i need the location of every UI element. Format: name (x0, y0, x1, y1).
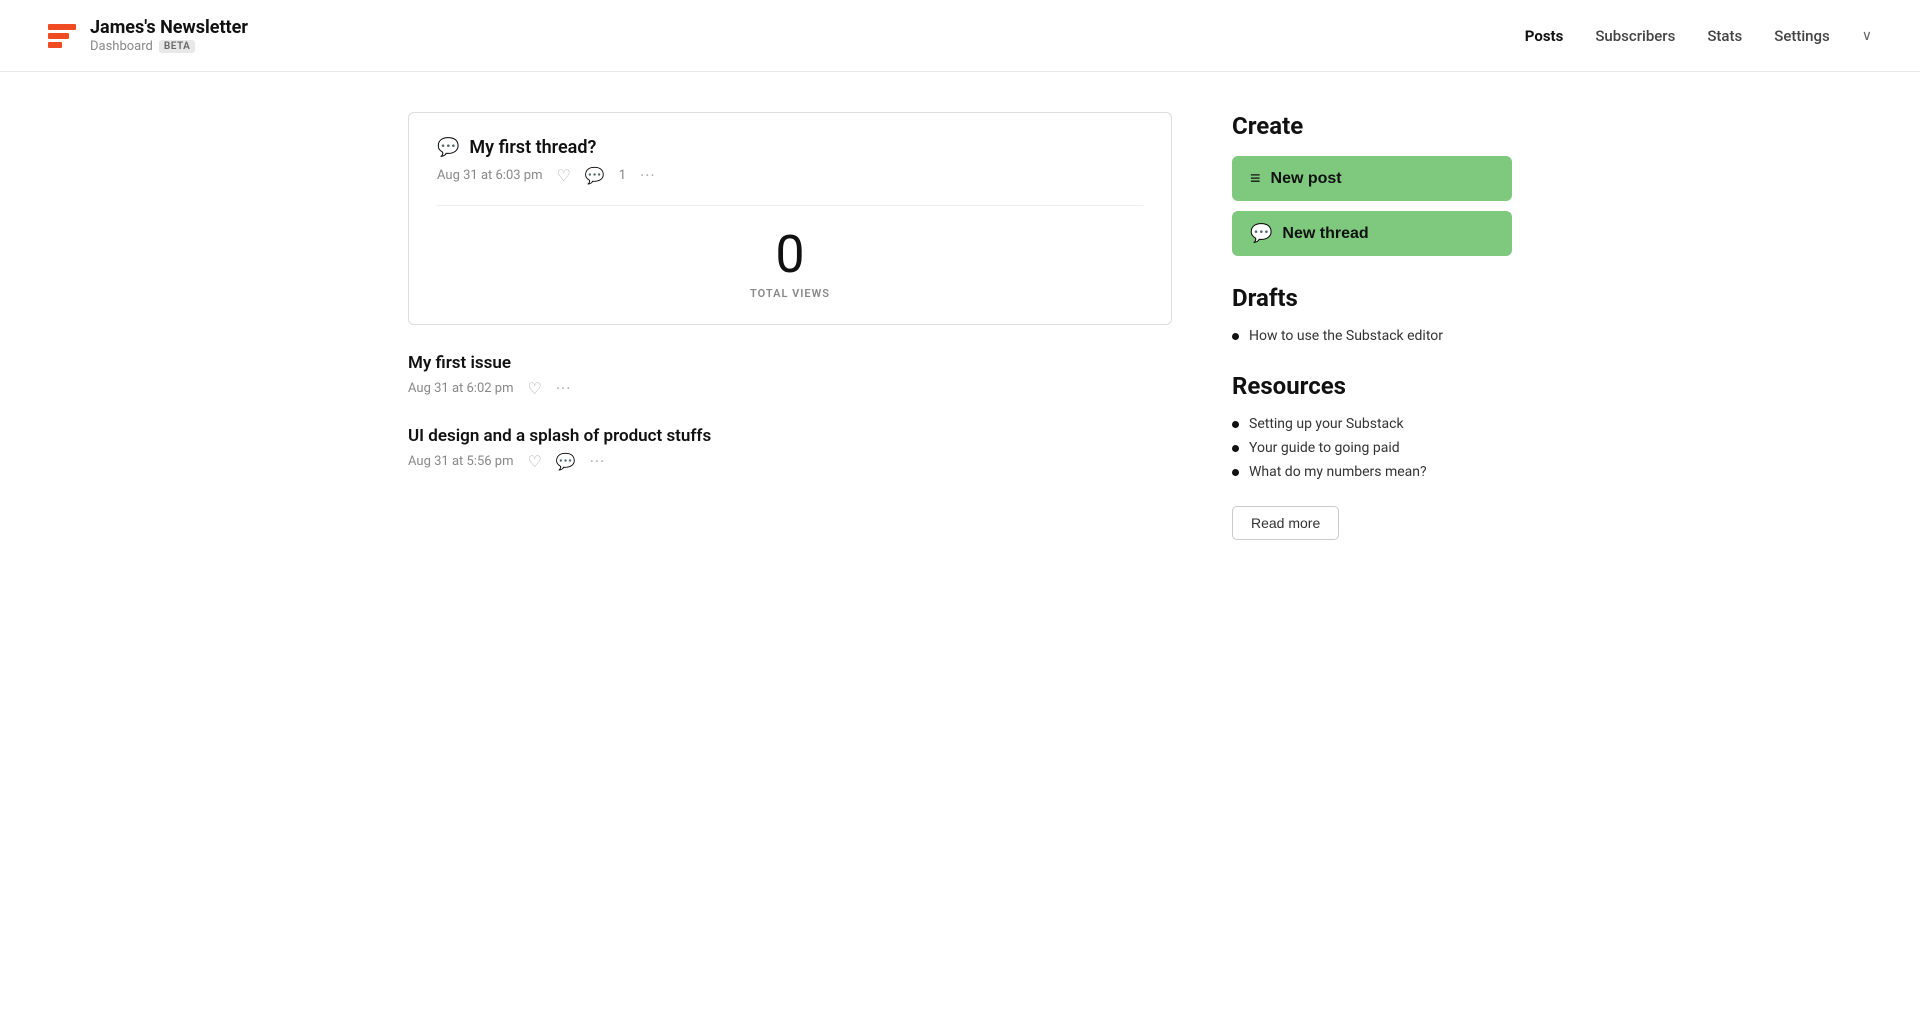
more-options-icon-3[interactable]: ··· (590, 452, 606, 471)
logo-bar-3 (48, 42, 62, 48)
comment-icon-2[interactable]: 💬 (556, 452, 576, 471)
post-title-1[interactable]: My first issue (408, 353, 1172, 373)
post-title-2[interactable]: UI design and a splash of product stuffs (408, 426, 1172, 446)
new-thread-label: New thread (1282, 225, 1368, 243)
brand-sub: Dashboard BETA (90, 39, 248, 54)
more-options-icon-2[interactable]: ··· (556, 379, 572, 398)
drafts-heading: Drafts (1232, 284, 1512, 312)
read-more-button[interactable]: Read more (1232, 506, 1339, 540)
new-thread-button[interactable]: 💬 New thread (1232, 211, 1512, 256)
nav-stats[interactable]: Stats (1707, 27, 1742, 45)
comment-icon[interactable]: 💬 (585, 166, 605, 185)
bullet-icon (1232, 445, 1239, 452)
post-meta-1: Aug 31 at 6:02 pm ♡ ··· (408, 379, 1172, 398)
resources-list: Setting up your Substack Your guide to g… (1232, 416, 1512, 480)
resource-item-3: What do my numbers mean? (1249, 464, 1427, 480)
resources-section: Resources Setting up your Substack Your … (1232, 372, 1512, 540)
sidebar: Create ≡ New post 💬 New thread Drafts Ho… (1232, 112, 1512, 540)
bullet-icon (1232, 421, 1239, 428)
post-item-2: UI design and a splash of product stuffs… (408, 426, 1172, 471)
brand-area: James's Newsletter Dashboard BETA (48, 17, 248, 54)
list-item[interactable]: How to use the Substack editor (1232, 328, 1512, 344)
heart-icon-2[interactable]: ♡ (527, 379, 541, 398)
main-nav: Posts Subscribers Stats Settings ∨ (1525, 27, 1872, 45)
more-options-icon[interactable]: ··· (640, 166, 656, 185)
thread-title-row: 💬 My first thread? (437, 137, 1143, 158)
resources-heading: Resources (1232, 372, 1512, 400)
post-date-2: Aug 31 at 5:56 pm (408, 454, 513, 469)
logo-icon (48, 24, 76, 48)
thread-date: Aug 31 at 6:03 pm (437, 168, 542, 183)
content-column: 💬 My first thread? Aug 31 at 6:03 pm ♡ 💬… (408, 112, 1172, 540)
logo-bar-2 (48, 33, 69, 39)
new-post-label: New post (1271, 170, 1342, 188)
logo-bar-1 (48, 24, 76, 30)
list-item[interactable]: Setting up your Substack (1232, 416, 1512, 432)
beta-badge: BETA (159, 40, 195, 53)
list-item[interactable]: What do my numbers mean? (1232, 464, 1512, 480)
bullet-icon (1232, 469, 1239, 476)
post-meta-2: Aug 31 at 5:56 pm ♡ 💬 ··· (408, 452, 1172, 471)
drafts-list: How to use the Substack editor (1232, 328, 1512, 344)
comment-count: 1 (619, 168, 626, 183)
draft-item-1: How to use the Substack editor (1249, 328, 1443, 344)
list-item[interactable]: Your guide to going paid (1232, 440, 1512, 456)
chevron-down-icon[interactable]: ∨ (1862, 28, 1872, 44)
resource-item-2: Your guide to going paid (1249, 440, 1400, 456)
nav-settings[interactable]: Settings (1774, 27, 1830, 45)
nav-posts[interactable]: Posts (1525, 27, 1564, 45)
heart-icon-3[interactable]: ♡ (527, 452, 541, 471)
thread-title: My first thread? (469, 137, 596, 158)
header: James's Newsletter Dashboard BETA Posts … (0, 0, 1920, 72)
brand-text: James's Newsletter Dashboard BETA (90, 17, 248, 54)
main-layout: 💬 My first thread? Aug 31 at 6:03 pm ♡ 💬… (360, 72, 1560, 580)
brand-name: James's Newsletter (90, 17, 248, 39)
new-post-icon: ≡ (1250, 168, 1261, 189)
heart-icon[interactable]: ♡ (556, 166, 570, 185)
bullet-icon (1232, 333, 1239, 340)
post-date-1: Aug 31 at 6:02 pm (408, 381, 513, 396)
nav-subscribers[interactable]: Subscribers (1595, 27, 1675, 45)
resource-item-1: Setting up your Substack (1249, 416, 1404, 432)
views-label: TOTAL VIEWS (437, 287, 1143, 300)
new-thread-icon: 💬 (1250, 223, 1272, 244)
post-item: My first issue Aug 31 at 6:02 pm ♡ ··· (408, 353, 1172, 398)
new-post-button[interactable]: ≡ New post (1232, 156, 1512, 201)
create-heading: Create (1232, 112, 1512, 140)
thread-card: 💬 My first thread? Aug 31 at 6:03 pm ♡ 💬… (408, 112, 1172, 325)
views-number: 0 (437, 226, 1143, 283)
views-section: 0 TOTAL VIEWS (437, 205, 1143, 300)
thread-icon: 💬 (437, 137, 459, 158)
drafts-section: Drafts How to use the Substack editor (1232, 284, 1512, 344)
thread-meta: Aug 31 at 6:03 pm ♡ 💬 1 ··· (437, 166, 1143, 185)
